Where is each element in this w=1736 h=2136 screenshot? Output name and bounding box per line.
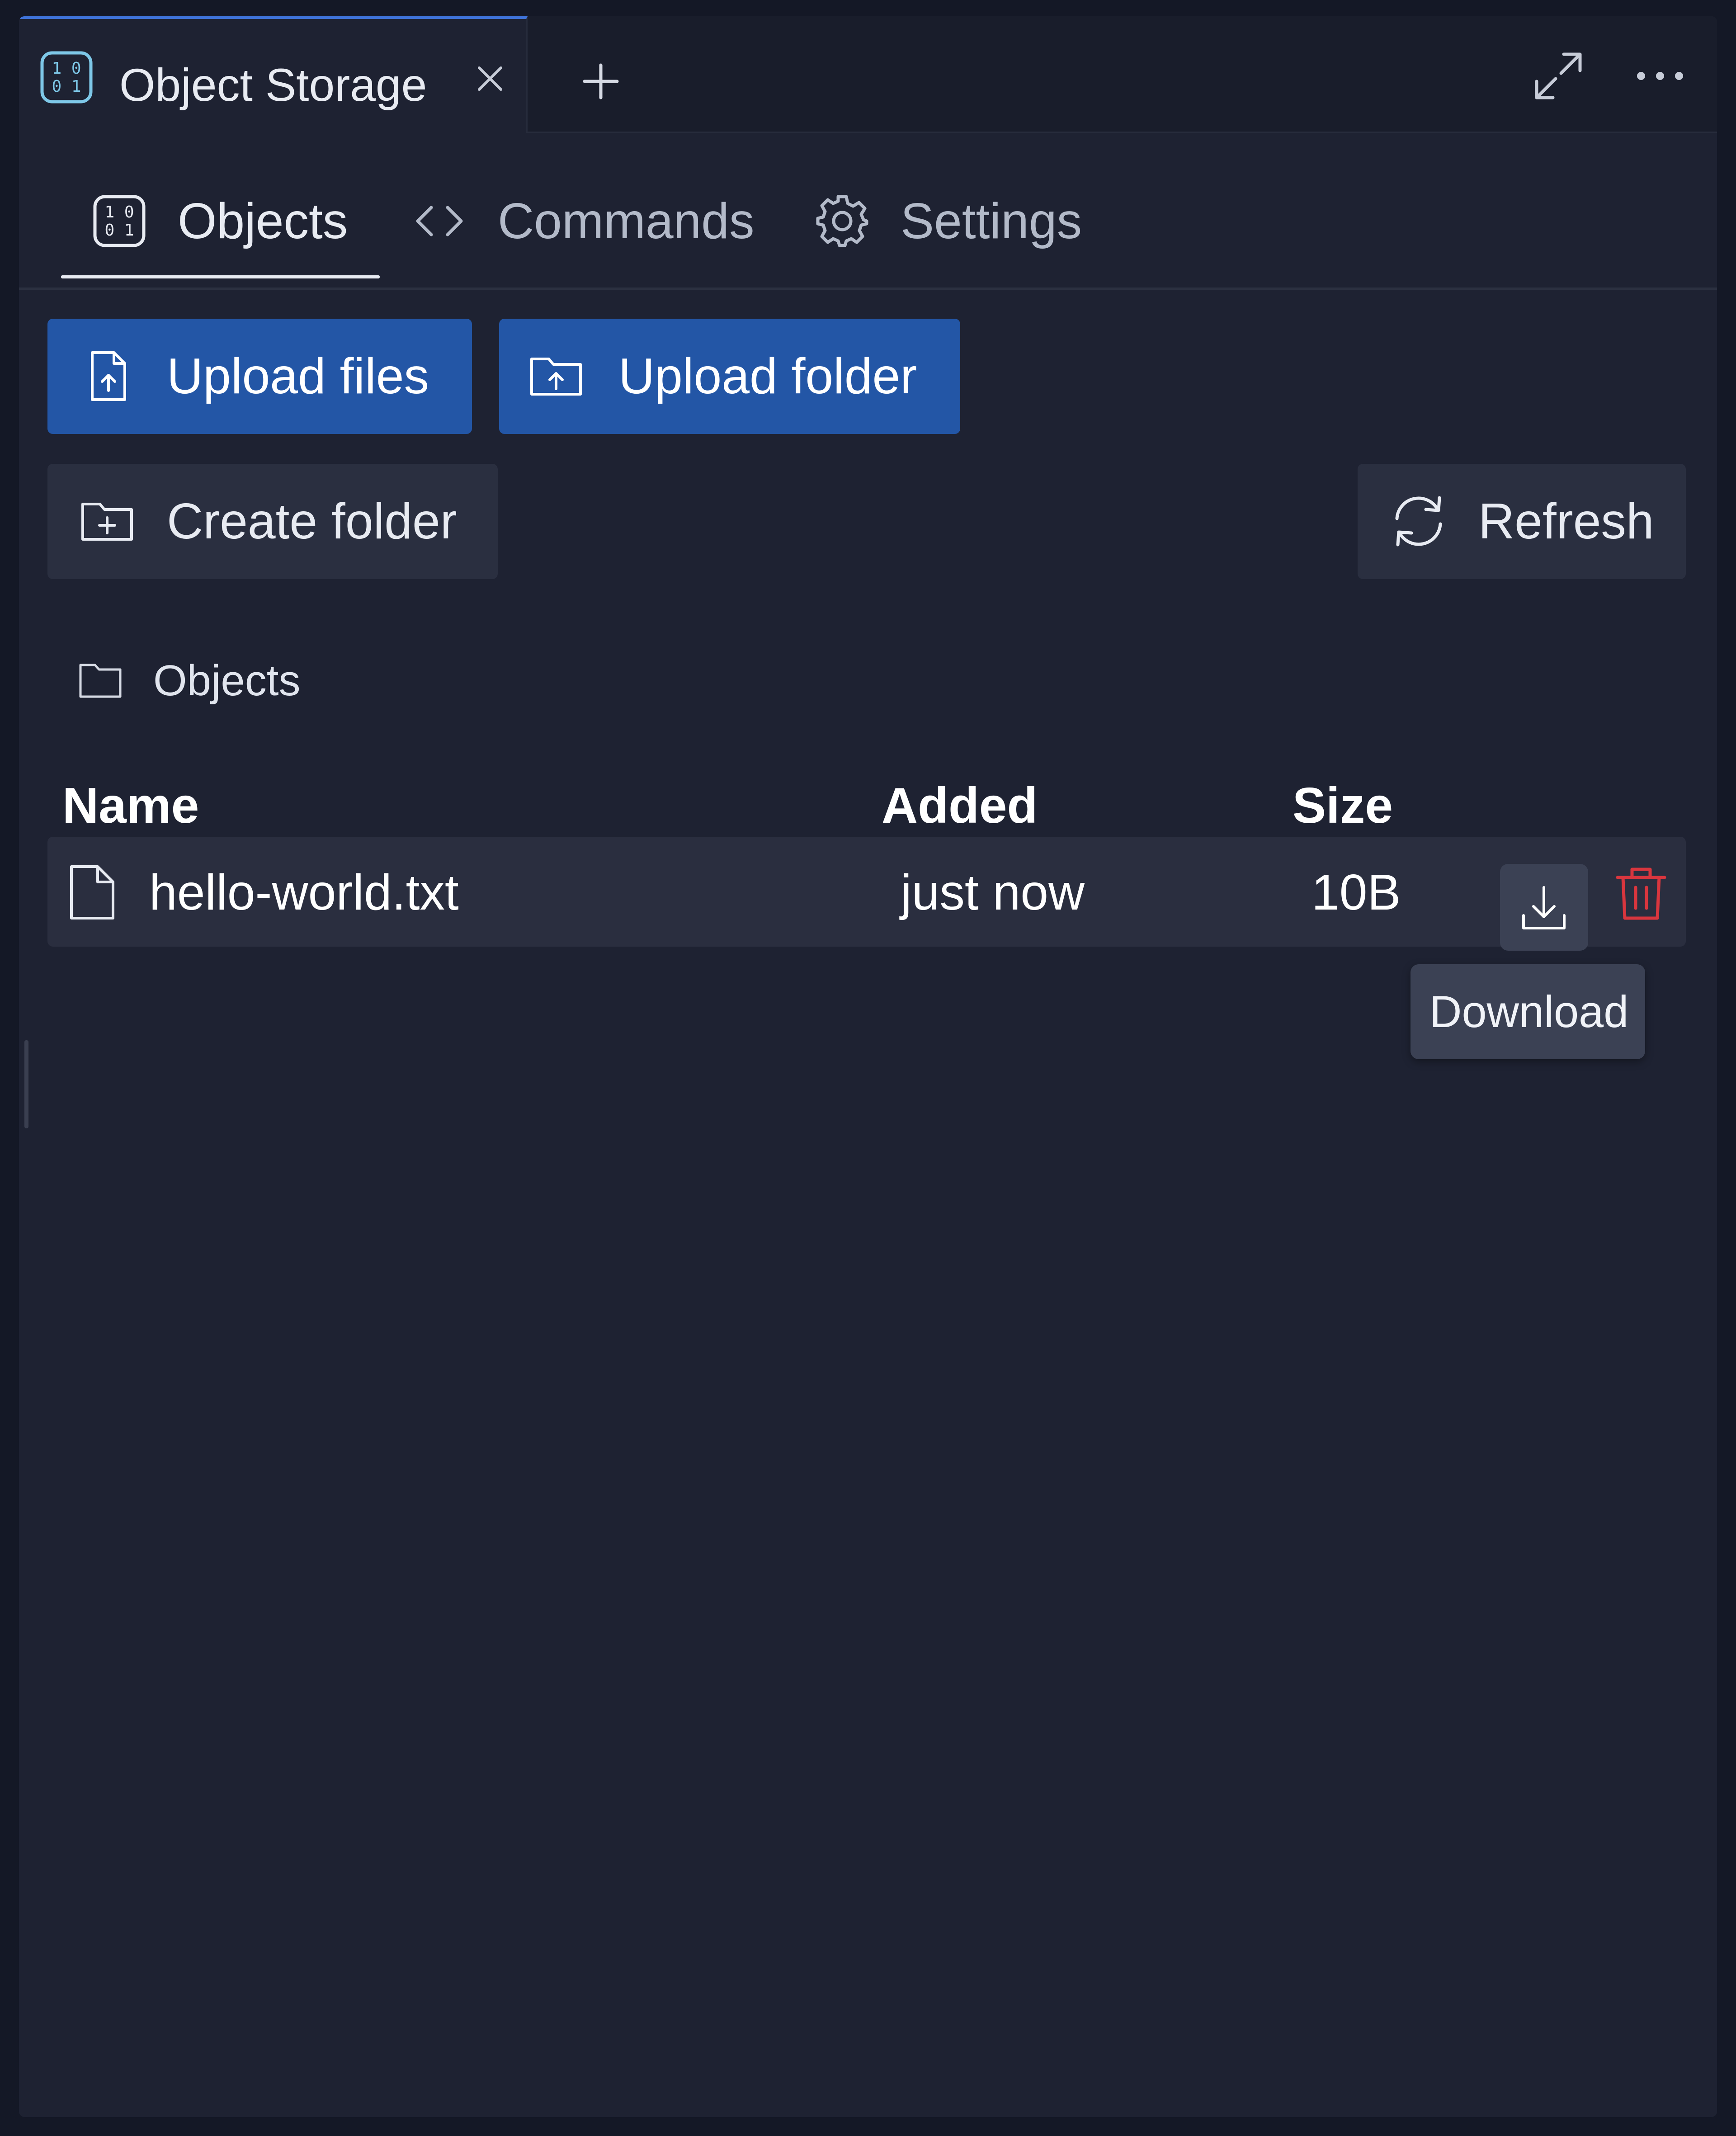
gear-icon xyxy=(815,194,869,248)
breadcrumb-objects[interactable]: Objects xyxy=(153,655,300,707)
plus-icon[interactable] xyxy=(582,62,620,100)
tab-commands[interactable]: Commands xyxy=(412,187,778,255)
file-added: just now xyxy=(901,864,1085,920)
create-folder-label: Create folder xyxy=(167,493,457,549)
tab-objects[interactable]: 1 0 0 1 Objects xyxy=(92,187,363,255)
refresh-icon xyxy=(1389,491,1448,551)
svg-text:1 0: 1 0 xyxy=(52,59,81,78)
tab-title: Object Storage xyxy=(119,59,427,111)
svg-text:1 0: 1 0 xyxy=(104,203,134,222)
svg-text:0 1: 0 1 xyxy=(52,77,81,96)
tab-bar: 1 0 0 1 Object Storage xyxy=(19,16,1717,133)
folder-icon xyxy=(79,663,122,698)
file-icon xyxy=(68,864,117,921)
active-tab-indicator xyxy=(61,275,380,278)
tab-settings[interactable]: Settings xyxy=(815,187,1132,255)
code-icon xyxy=(412,194,467,248)
column-header-size[interactable]: Size xyxy=(1293,776,1393,835)
close-icon[interactable] xyxy=(476,65,504,92)
resize-handle[interactable] xyxy=(24,1040,28,1128)
refresh-button[interactable]: Refresh xyxy=(1358,464,1686,579)
tab-settings-label: Settings xyxy=(901,193,1082,249)
binary-data-icon: 1 0 0 1 xyxy=(92,194,146,248)
folder-upload-icon xyxy=(529,349,583,403)
maximize-icon[interactable] xyxy=(1531,49,1585,103)
tab-object-storage[interactable]: 1 0 0 1 Object Storage xyxy=(19,16,528,133)
section-tabs: 1 0 0 1 Objects Commands Settings xyxy=(19,133,1717,290)
breadcrumb: Objects xyxy=(79,655,350,705)
tab-objects-label: Objects xyxy=(178,193,348,249)
create-folder-button[interactable]: Create folder xyxy=(47,464,498,579)
more-horizontal-icon[interactable] xyxy=(1633,62,1687,90)
column-header-added[interactable]: Added xyxy=(882,776,1038,835)
trash-icon[interactable] xyxy=(1611,864,1671,924)
folder-add-icon xyxy=(80,494,134,548)
refresh-label: Refresh xyxy=(1478,493,1654,549)
table-row[interactable]: hello-world.txt just now 10B xyxy=(47,837,1686,951)
tooltip-text: Download xyxy=(1429,986,1629,1037)
download-icon xyxy=(1519,883,1569,933)
upload-folder-label: Upload folder xyxy=(618,348,917,404)
download-tooltip: Download xyxy=(1410,964,1645,1059)
upload-files-label: Upload files xyxy=(167,348,429,404)
svg-text:0 1: 0 1 xyxy=(104,221,134,240)
file-name: hello-world.txt xyxy=(149,864,459,920)
column-header-name[interactable]: Name xyxy=(62,776,199,835)
binary-data-icon: 1 0 0 1 xyxy=(39,50,94,104)
upload-folder-button[interactable]: Upload folder xyxy=(499,319,960,434)
file-size: 10B xyxy=(1311,864,1401,920)
tab-commands-label: Commands xyxy=(498,193,755,249)
download-button[interactable] xyxy=(1500,864,1588,951)
object-storage-panel: 1 0 0 1 Object Storage 1 0 0 1 Objects C… xyxy=(19,16,1717,2117)
file-upload-icon xyxy=(81,349,136,403)
upload-files-button[interactable]: Upload files xyxy=(47,319,472,434)
